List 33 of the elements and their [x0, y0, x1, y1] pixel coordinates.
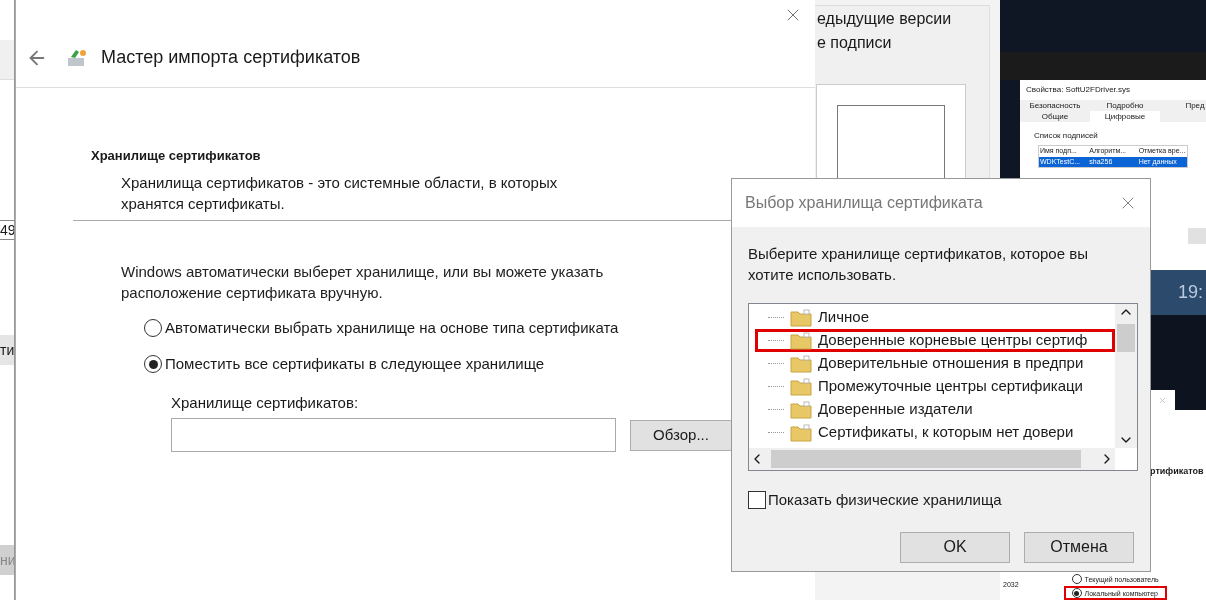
field-label: Хранилище сертификатов: — [171, 392, 359, 413]
instruction-text: Windows автоматически выберет хранилище, или вы можете указать расположение сертификата вручную. — [121, 261, 605, 303]
tab[interactable]: Цифровые — [1090, 111, 1160, 122]
browse-button[interactable]: Обзор... — [630, 419, 732, 451]
tree-item[interactable]: Доверенные корневые центры сертиф — [755, 329, 1115, 352]
checkbox-label[interactable]: Показать физические хранилища — [768, 489, 1002, 512]
wizard-title: Мастер импорта сертификатов — [101, 46, 361, 69]
fragment-text: 49 — [0, 220, 14, 240]
tab[interactable]: Безопасность — [1020, 100, 1090, 111]
group-label: Список подписей — [1033, 130, 1099, 142]
tab[interactable]: Пред — [1160, 100, 1206, 111]
section-heading: Хранилище сертификатов — [90, 147, 262, 165]
fragment-text: ти — [0, 335, 14, 365]
section-description: Хранилища сертификатов - это системные области, в которых хранятся сертификаты. — [121, 172, 559, 214]
dialog-button[interactable]: Отмена — [1024, 531, 1134, 563]
tree-item[interactable]: Личное — [755, 306, 1115, 329]
tab[interactable]: Общие — [1020, 111, 1090, 122]
window-text: едыдущие версии — [816, 9, 953, 29]
tree-item[interactable]: Доверенные издатели — [755, 398, 1115, 421]
dialog-title: Выбор хранилища сертификата — [745, 193, 983, 213]
tree-item[interactable]: Промежуточные центры сертификаци — [755, 375, 1115, 398]
tree-item[interactable]: Доверительные отношения в предпри — [755, 352, 1115, 375]
clock-text: 19: — [1177, 281, 1203, 304]
panel-heading: ртификатов — [1150, 466, 1205, 477]
radio-label[interactable]: Поместить все сертификаты в следующее хранилище — [165, 353, 545, 376]
radio-label[interactable]: Автоматически выбрать хранилище на основе типа сертификата — [165, 316, 619, 339]
window-title: Свойства: SoftU2FDriver.sys — [1025, 84, 1132, 96]
dialog-prompt: Выберите хранилище сертификатов, которое вы хотите использовать. — [748, 244, 1089, 285]
window-text: е подписи — [816, 33, 893, 53]
tab[interactable]: Подробно — [1090, 100, 1160, 111]
dialog-button[interactable]: OK — [900, 531, 1010, 563]
fragment-text: ни — [0, 545, 14, 575]
tree-item[interactable]: Сертификаты, к которым нет довери — [755, 421, 1115, 444]
